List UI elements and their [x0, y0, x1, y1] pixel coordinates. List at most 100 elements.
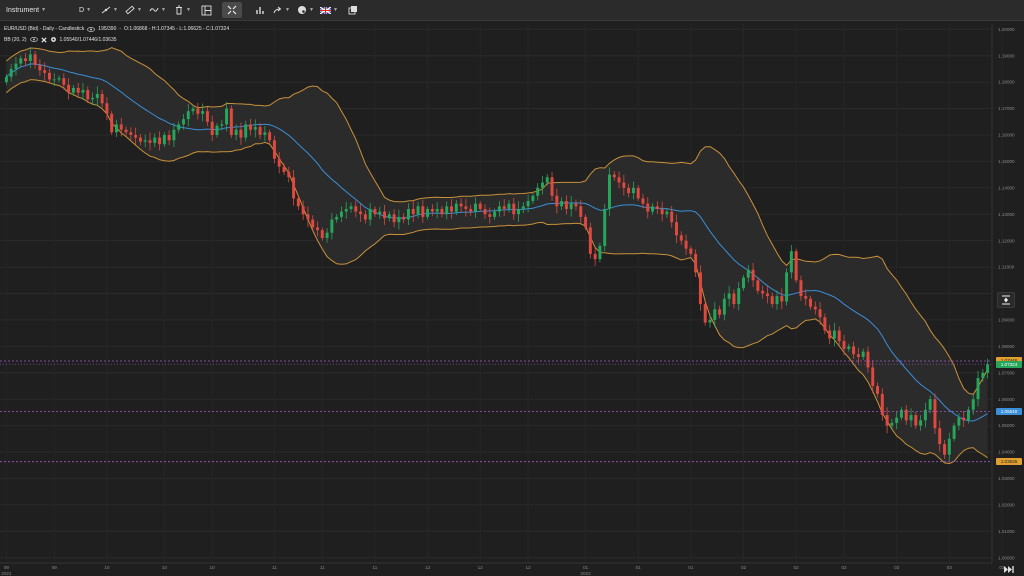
chevron-down-icon: ▼ — [333, 7, 338, 13]
candle-up — [531, 195, 535, 202]
x-tick-label: 12 — [478, 565, 484, 570]
candle-down — [799, 280, 803, 297]
candle-up — [919, 420, 923, 426]
candle-down — [167, 134, 171, 141]
candle-down — [119, 124, 123, 130]
candle-up — [368, 208, 372, 220]
chevron-down-icon: ▼ — [86, 7, 92, 13]
timeframe-label: D — [79, 6, 85, 14]
candle-down — [809, 298, 812, 307]
gear-icon[interactable] — [50, 36, 57, 43]
candle-up — [713, 309, 717, 320]
instrument-label: Instrument — [6, 6, 40, 14]
candle-up — [263, 132, 267, 135]
crosshair-button[interactable] — [222, 2, 242, 18]
candle-up — [971, 399, 975, 410]
candle-down — [818, 309, 822, 318]
drawing-tools-menu[interactable]: ▼ — [101, 2, 118, 18]
close-icon[interactable] — [40, 36, 47, 43]
y-tick-label: 1.06000 — [998, 397, 1015, 402]
toolbar: Instrument ▼ D ▼ ▼ ▼ ▼ ▼ ▼ ▼ ▼ — [0, 0, 1024, 21]
chevron-down-icon: ▼ — [186, 7, 191, 13]
candle-down — [402, 216, 406, 220]
x-tick-label: 02 — [841, 565, 847, 570]
candle-down — [641, 198, 645, 204]
candle-up — [234, 129, 238, 135]
candle-up — [71, 87, 75, 93]
measure-menu[interactable]: ▼ — [125, 2, 142, 18]
delete-menu[interactable]: ▼ — [174, 2, 191, 18]
middle-band-price-label: 1.05540 — [996, 407, 1022, 415]
candle-down — [86, 90, 90, 100]
candle-up — [95, 94, 99, 98]
y-tick-label: 1.04000 — [998, 450, 1015, 455]
chevron-down-icon: ▼ — [113, 7, 118, 13]
candle-up — [253, 127, 257, 130]
candle-up — [473, 203, 477, 212]
candle-down — [430, 208, 434, 212]
candle-up — [19, 58, 23, 64]
candle-down — [866, 351, 870, 368]
candle-up — [9, 68, 13, 77]
layout-icon — [201, 5, 212, 15]
candle-down — [373, 208, 377, 215]
y-tick-label: 1.14000 — [998, 185, 1015, 190]
share-menu[interactable]: ▼ — [273, 2, 290, 18]
candle-down — [38, 64, 42, 71]
y-tick-label: 1.13000 — [998, 212, 1015, 217]
candle-down — [718, 309, 722, 315]
candle-down — [210, 121, 214, 135]
candle-up — [957, 417, 961, 426]
eye-icon[interactable] — [87, 26, 96, 32]
candle-up — [349, 206, 353, 209]
price-chart[interactable]: 1.20000 1.19000 1.18000 1.17000 1.16000 1.150… — [0, 22, 1024, 576]
candle-down — [852, 346, 856, 355]
theme-menu[interactable]: ▼ — [297, 2, 314, 18]
candle-down — [316, 227, 319, 231]
candle-up — [182, 119, 185, 125]
layout-button[interactable] — [201, 2, 212, 18]
candle-up — [225, 108, 229, 125]
candle-down — [813, 306, 817, 310]
candle-up — [785, 272, 789, 302]
trend-line-icon — [101, 6, 111, 14]
instrument-menu[interactable]: Instrument ▼ — [6, 2, 46, 18]
candle-down — [138, 137, 142, 142]
time-axis[interactable]: 09202109 10 10 10 11 11 11 12 12 12 01202201 01 02 02… — [0, 562, 1024, 576]
indicators-menu[interactable]: ▼ — [149, 2, 166, 18]
candle-down — [675, 222, 678, 236]
chevron-down-icon: ▼ — [309, 7, 314, 13]
candle-down — [440, 208, 444, 215]
candle-up — [775, 296, 779, 305]
x-tick-label: 03 — [947, 565, 953, 570]
x-tick-label: 02 — [741, 565, 747, 570]
candle-down — [823, 317, 827, 331]
auto-scale-button[interactable] — [997, 292, 1015, 308]
candle-up — [909, 415, 913, 421]
candle-down — [698, 272, 702, 305]
chart-type-button[interactable] — [255, 2, 265, 18]
candle-down — [962, 417, 966, 421]
candle-up — [344, 208, 348, 212]
language-menu[interactable]: ▼ — [320, 2, 338, 18]
popout-icon — [348, 6, 357, 15]
candle-down — [756, 280, 760, 291]
eye-icon[interactable] — [29, 37, 38, 42]
x-tick-label: 12 — [526, 565, 532, 570]
candle-up — [493, 211, 497, 217]
candle-down — [770, 296, 774, 305]
scroll-to-latest-button[interactable] — [1003, 565, 1015, 574]
x-tick-label: 01 — [688, 565, 694, 570]
candle-down — [761, 290, 765, 294]
chevron-down-icon: ▼ — [285, 7, 290, 13]
palette-icon — [298, 6, 306, 14]
candle-up — [397, 216, 401, 223]
candle-down — [751, 269, 755, 281]
candle-down — [555, 195, 559, 207]
trash-icon — [176, 5, 182, 15]
candle-down — [229, 108, 233, 135]
popout-button[interactable] — [348, 2, 358, 18]
timeframe-menu[interactable]: D ▼ — [79, 2, 91, 18]
candle-down — [689, 248, 693, 254]
fit-vertical-icon — [1002, 295, 1010, 305]
